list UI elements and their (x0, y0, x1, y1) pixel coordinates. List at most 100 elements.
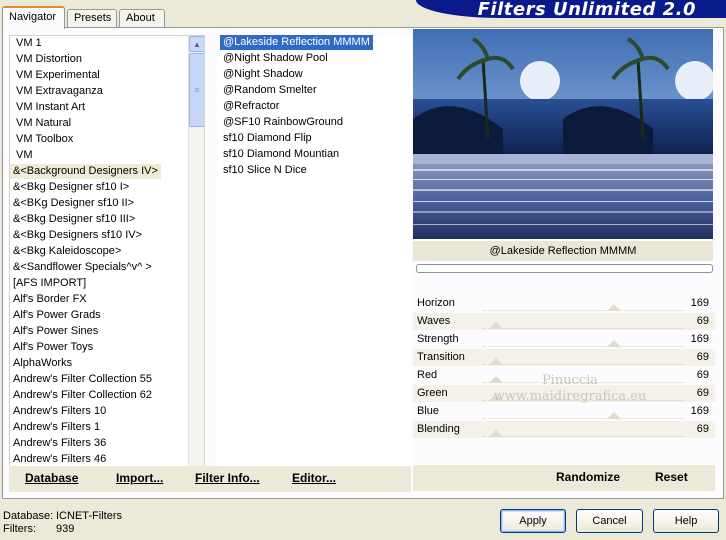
slider-thumb[interactable] (489, 394, 503, 401)
param-horizon[interactable]: Horizon 169 (413, 295, 715, 312)
filter-item[interactable]: sf10 Slice N Dice (220, 163, 310, 178)
randomize-button[interactable]: Randomize (556, 470, 620, 484)
param-value: 169 (690, 297, 709, 309)
slider-thumb[interactable] (607, 340, 621, 347)
slider-thumb[interactable] (489, 430, 503, 437)
slider-thumb[interactable] (607, 304, 621, 311)
category-item[interactable]: Andrew's Filters 1 (10, 420, 103, 435)
param-label: Blue (417, 405, 440, 417)
slider-track (483, 310, 685, 311)
category-item[interactable]: Andrew's Filters 10 (10, 404, 109, 419)
category-item[interactable]: VM 1 (10, 36, 45, 51)
filter-item[interactable]: @Refractor (220, 99, 282, 114)
param-label: Horizon (417, 297, 455, 309)
cancel-button[interactable]: Cancel (576, 509, 643, 533)
scroll-grip-icon: ≡ (194, 85, 200, 95)
category-item[interactable]: VM (10, 148, 36, 163)
param-blending[interactable]: Blending 69 (413, 421, 715, 438)
category-item[interactable]: Alf's Border FX (10, 292, 90, 307)
category-item[interactable]: &<BKg Designer sf10 II> (10, 196, 137, 211)
app-title: Filters Unlimited 2.0 (477, 0, 696, 20)
param-value: 69 (696, 369, 709, 381)
slider-thumb[interactable] (489, 376, 503, 383)
param-label: Strength (417, 333, 459, 345)
category-item[interactable]: Andrew's Filters 36 (10, 436, 109, 451)
param-blue[interactable]: Blue 169 (413, 403, 715, 420)
filters-count-value: 939 (56, 523, 75, 535)
param-value: 69 (696, 387, 709, 399)
editor-button[interactable]: Editor... (292, 471, 336, 485)
filter-item[interactable]: @Night Shadow Pool (220, 51, 331, 66)
param-label: Green (417, 387, 448, 399)
scroll-thumb[interactable]: ≡ (189, 53, 204, 127)
slider-thumb[interactable] (607, 412, 621, 419)
tab-presets[interactable]: Presets (67, 9, 117, 28)
category-item[interactable]: &<Sandflower Specials^v^ > (10, 260, 155, 275)
slider-track (483, 364, 685, 365)
slider-track (483, 436, 685, 437)
param-value: 169 (690, 333, 709, 345)
param-value: 169 (690, 405, 709, 417)
param-transition[interactable]: Transition 69 (413, 349, 715, 366)
category-item[interactable]: &<Bkg Designer sf10 I> (10, 180, 132, 195)
param-label: Blending (417, 423, 460, 435)
filter-preview-image (413, 29, 713, 239)
filter-item-selected[interactable]: @Lakeside Reflection MMMM (220, 35, 373, 50)
filter-info-button[interactable]: Filter Info... (195, 471, 260, 485)
category-item[interactable]: Alf's Power Toys (10, 340, 96, 355)
database-label: Database: (3, 510, 54, 522)
category-item[interactable]: [AFS IMPORT] (10, 276, 89, 291)
scroll-up-button[interactable]: ▲ (189, 36, 204, 52)
slider-track (483, 328, 685, 329)
param-value: 69 (696, 423, 709, 435)
param-value: 69 (696, 351, 709, 363)
filter-list[interactable]: @Lakeside Reflection MMMM @Night Shadow … (217, 35, 411, 492)
category-list[interactable]: VM 1 VM Distortion VM Experimental VM Ex… (9, 35, 205, 492)
category-item[interactable]: Alf's Power Sines (10, 324, 101, 339)
param-green[interactable]: Green 69 (413, 385, 715, 402)
randomize-toolbar: Randomize Reset (413, 465, 715, 491)
category-item[interactable]: Andrew's Filters 46 (10, 452, 109, 467)
category-item[interactable]: &<Bkg Kaleidoscope> (10, 244, 124, 259)
category-item[interactable]: AlphaWorks (10, 356, 75, 371)
filter-item[interactable]: @SF10 RainbowGround (220, 115, 346, 130)
param-red[interactable]: Red 69 (413, 367, 715, 384)
filters-count-label: Filters: (3, 523, 36, 535)
filter-item[interactable]: sf10 Diamond Mountian (220, 147, 342, 162)
slider-thumb[interactable] (489, 358, 503, 365)
category-item[interactable]: &<Bkg Designers sf10 IV> (10, 228, 145, 243)
category-item[interactable]: VM Extravaganza (10, 84, 106, 99)
filter-item[interactable]: @Night Shadow (220, 67, 306, 82)
category-item[interactable]: Alf's Power Grads (10, 308, 104, 323)
database-toolbar: Database Import... Filter Info... Editor… (9, 466, 411, 492)
category-item[interactable]: Andrew's Filter Collection 62 (10, 388, 155, 403)
category-scrollbar[interactable]: ▲ ≡ ▼ (188, 36, 204, 491)
param-label: Waves (417, 315, 451, 327)
filter-item[interactable]: sf10 Diamond Flip (220, 131, 315, 146)
param-strength[interactable]: Strength 169 (413, 331, 715, 348)
category-item[interactable]: VM Distortion (10, 52, 85, 67)
param-value: 69 (696, 315, 709, 327)
param-waves[interactable]: Waves 69 (413, 313, 715, 330)
category-item[interactable]: Andrew's Filter Collection 55 (10, 372, 155, 387)
reset-button[interactable]: Reset (655, 470, 688, 484)
category-item[interactable]: VM Natural (10, 116, 74, 131)
category-item[interactable]: VM Instant Art (10, 100, 88, 115)
slider-thumb[interactable] (489, 322, 503, 329)
import-button[interactable]: Import... (116, 471, 163, 485)
category-item-selected[interactable]: &<Background Designers IV> (10, 164, 161, 179)
category-item[interactable]: VM Toolbox (10, 132, 76, 147)
apply-button[interactable]: Apply (500, 509, 566, 533)
database-button[interactable]: Database (25, 471, 78, 485)
param-label: Red (417, 369, 438, 381)
selected-filter-name: @Lakeside Reflection MMMM (413, 241, 713, 261)
help-button[interactable]: Help (653, 509, 719, 533)
category-item[interactable]: &<Bkg Designer sf10 III> (10, 212, 138, 227)
scroll-up-arrow-icon: ▲ (193, 39, 201, 49)
slider-track (483, 418, 685, 419)
filter-item[interactable]: @Random Smelter (220, 83, 320, 98)
category-item[interactable]: VM Experimental (10, 68, 103, 83)
tab-navigator[interactable]: Navigator (2, 6, 65, 29)
database-value: ICNET-Filters (56, 510, 122, 522)
tab-about[interactable]: About (119, 9, 165, 28)
